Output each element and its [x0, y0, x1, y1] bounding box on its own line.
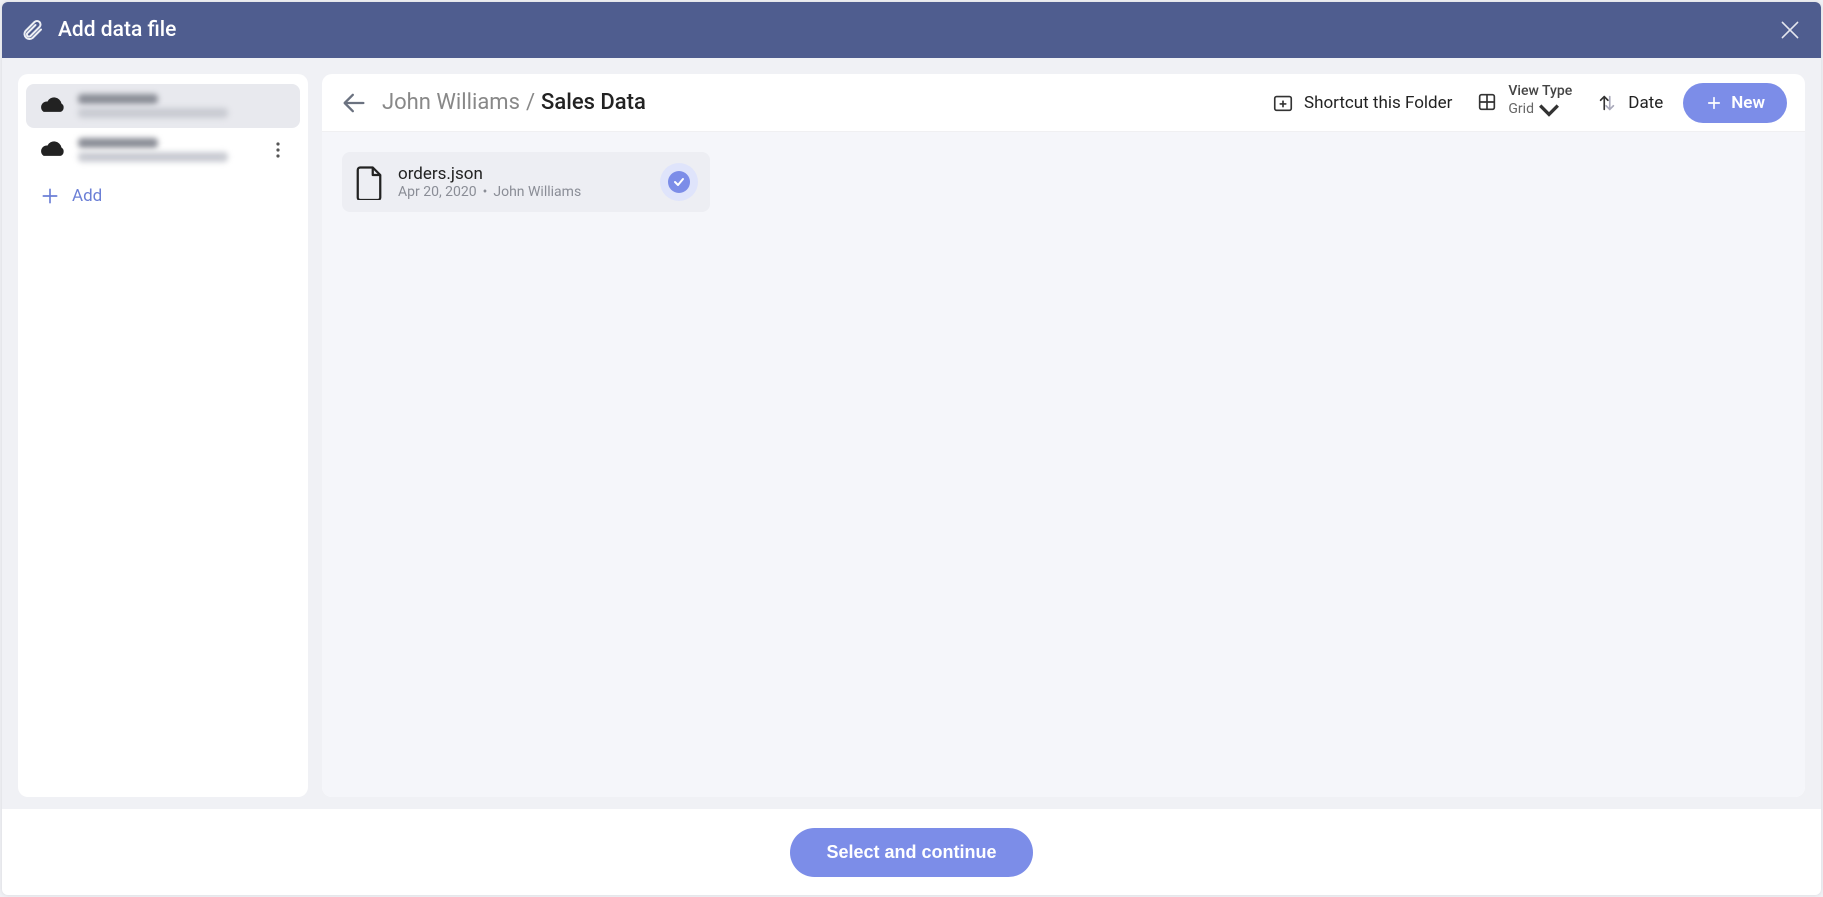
file-selected-badge[interactable] — [660, 163, 698, 201]
account-more-button[interactable] — [268, 142, 288, 158]
file-item[interactable]: orders.json Apr 20, 2020 • John Williams — [342, 152, 710, 212]
cloud-icon — [38, 95, 68, 117]
chevron-down-icon — [1538, 99, 1560, 121]
dialog-title: Add data file — [58, 18, 176, 42]
new-button[interactable]: New — [1683, 83, 1787, 123]
main-panel: John Williams / Sales Data Shortcut this… — [322, 74, 1805, 797]
view-type-label: View Type — [1508, 84, 1572, 99]
close-button[interactable] — [1777, 17, 1803, 43]
accounts-sidebar: Add — [18, 74, 308, 797]
account-item[interactable] — [26, 84, 300, 128]
file-picker-dialog: Add data file — [2, 2, 1821, 895]
view-type-selector[interactable]: View Type Grid — [1476, 84, 1572, 121]
sort-label: Date — [1628, 93, 1663, 113]
confirm-button[interactable]: Select and continue — [790, 828, 1032, 877]
document-icon — [354, 165, 384, 199]
sort-selector[interactable]: Date — [1596, 92, 1663, 114]
dialog-footer: Select and continue — [2, 809, 1821, 895]
file-grid: orders.json Apr 20, 2020 • John Williams — [322, 132, 1805, 797]
new-button-label: New — [1731, 93, 1765, 113]
shortcut-folder-button[interactable]: Shortcut this Folder — [1272, 92, 1452, 114]
account-item[interactable] — [26, 128, 300, 172]
check-icon — [668, 171, 690, 193]
add-account-label: Add — [72, 186, 102, 206]
breadcrumb-separator: / — [526, 90, 535, 115]
account-info-redacted — [78, 138, 258, 162]
breadcrumb: John Williams / Sales Data — [382, 90, 646, 115]
account-info-redacted — [78, 94, 288, 118]
dialog-body: Add John Williams / Sales Data Shortcut … — [2, 58, 1821, 809]
paperclip-icon — [20, 18, 44, 42]
back-button[interactable] — [340, 89, 368, 117]
file-name: orders.json — [398, 164, 646, 184]
file-info: orders.json Apr 20, 2020 • John Williams — [398, 164, 646, 200]
add-account-button[interactable]: Add — [26, 172, 300, 220]
view-type-value: Grid — [1508, 99, 1572, 121]
breadcrumb-current: Sales Data — [541, 90, 646, 115]
dialog-header: Add data file — [2, 2, 1821, 58]
file-meta: Apr 20, 2020 • John Williams — [398, 184, 646, 200]
cloud-icon — [38, 139, 68, 161]
breadcrumb-parent[interactable]: John Williams — [382, 90, 520, 115]
toolbar: John Williams / Sales Data Shortcut this… — [322, 74, 1805, 132]
shortcut-folder-label: Shortcut this Folder — [1304, 93, 1452, 113]
